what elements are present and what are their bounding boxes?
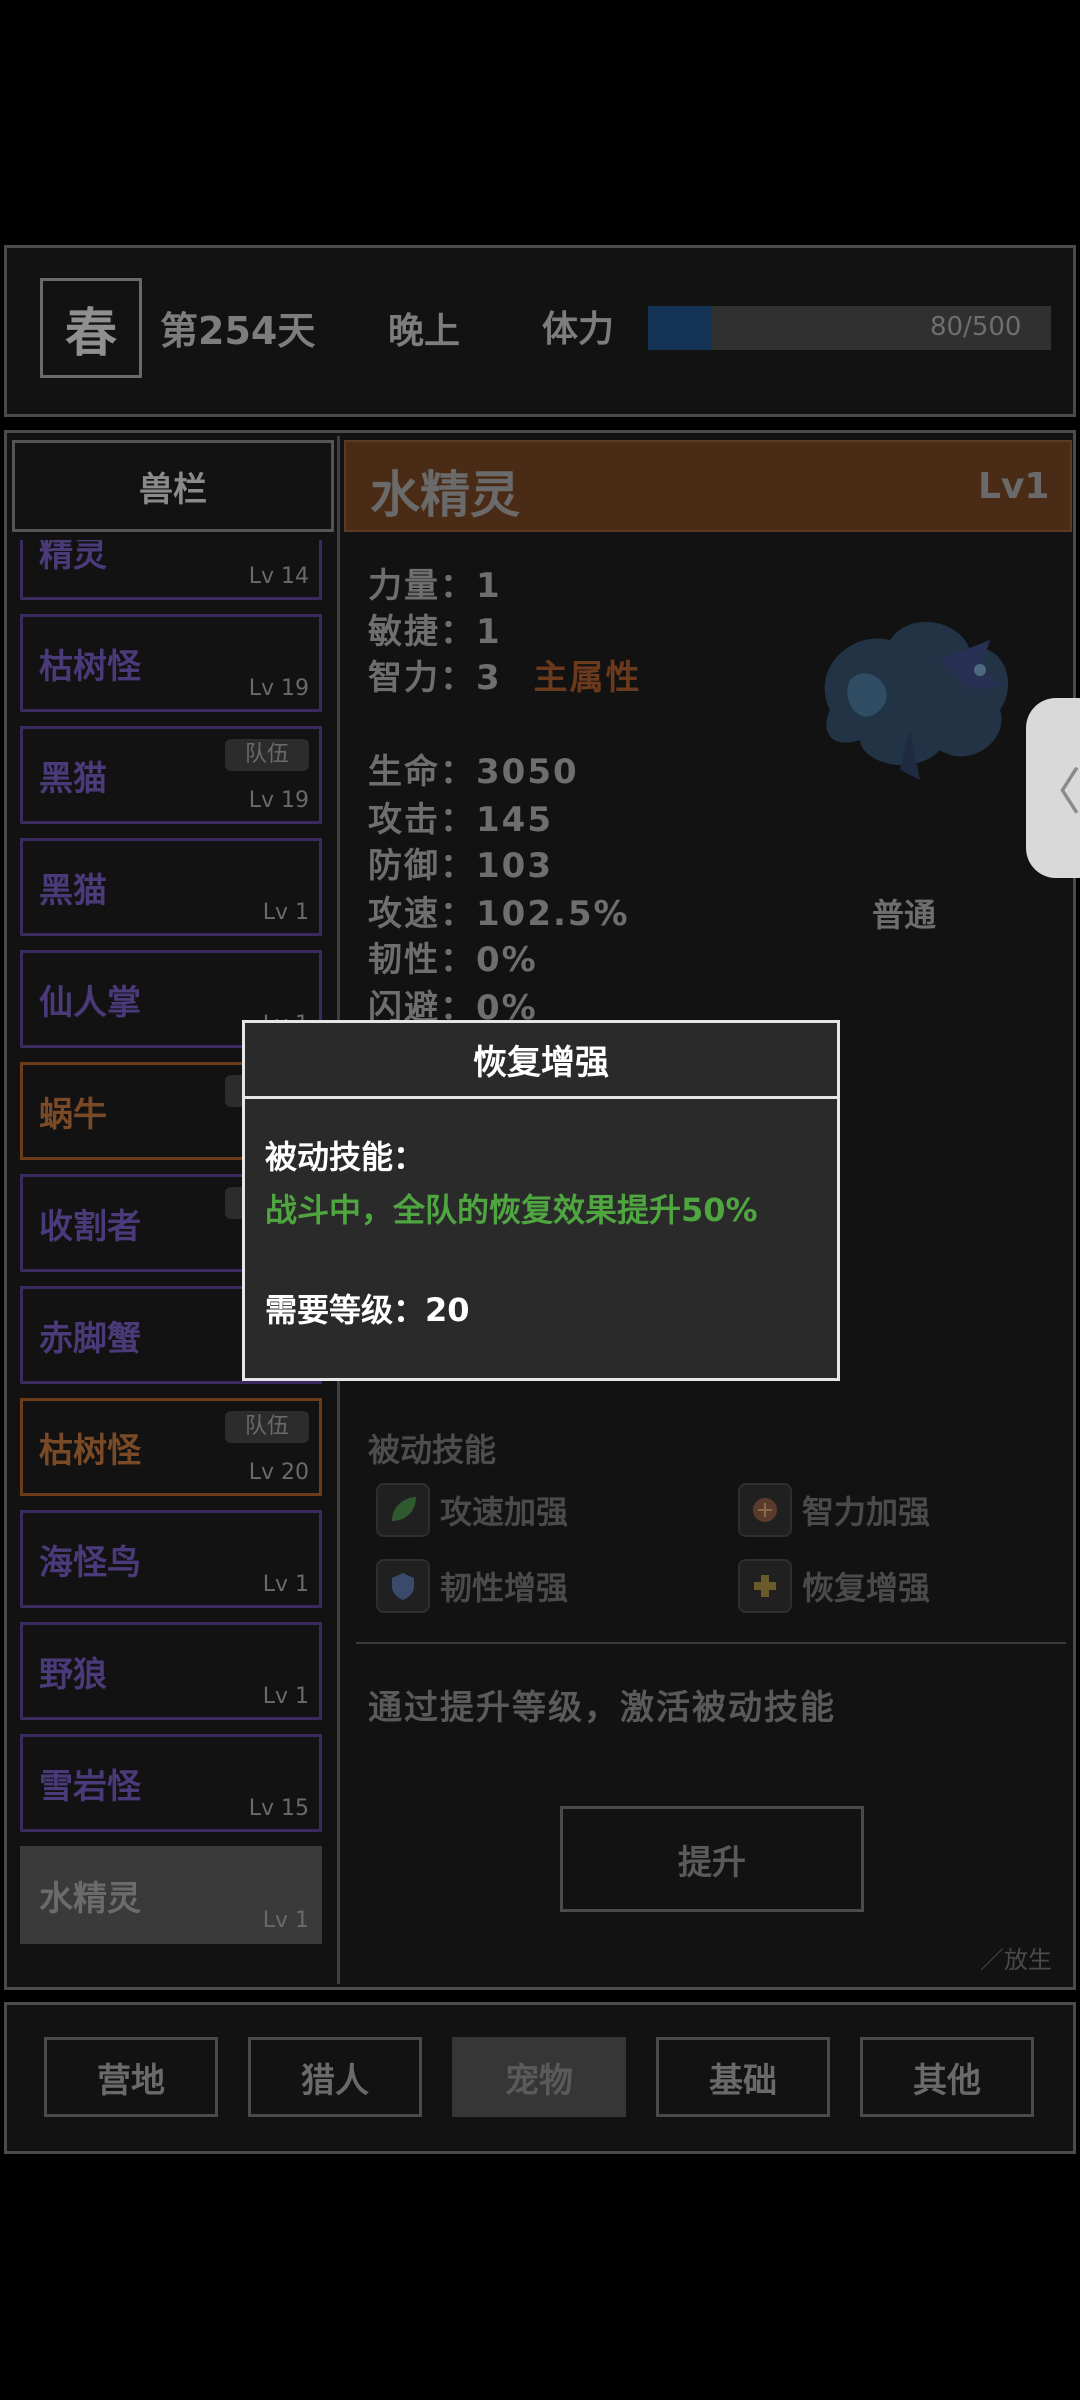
pet-name: 黑猫 xyxy=(39,759,107,799)
pet-list-item[interactable]: 枯树怪 Lv 19 xyxy=(20,614,322,712)
pet-list-item-selected[interactable]: 水精灵 Lv 1 xyxy=(20,1846,322,1944)
popup-description: 战斗中，全队的恢复效果提升50% xyxy=(265,1191,758,1229)
slash-icon: ／ xyxy=(980,1946,1004,1974)
skill-attack-speed[interactable]: 攻速加强 xyxy=(376,1482,568,1538)
pet-name: 水精灵 xyxy=(39,1879,141,1919)
pet-sprite xyxy=(824,621,1009,780)
nav-basic[interactable]: 基础 xyxy=(656,2037,830,2117)
nav-other[interactable]: 其他 xyxy=(860,2037,1034,2117)
skill-label: 恢复增强 xyxy=(802,1569,931,1607)
pet-list-item[interactable]: 野狼 Lv 1 xyxy=(20,1622,322,1720)
pet-level: Lv 1 xyxy=(262,1572,309,1597)
pet-list-item[interactable]: 黑猫 Lv 1 xyxy=(20,838,322,936)
skill-recovery[interactable]: 恢复增强 xyxy=(738,1558,930,1614)
attack-type: 普通 xyxy=(872,896,937,934)
shield-icon xyxy=(376,1559,430,1613)
stat-toughness: 韧性：0% xyxy=(368,940,538,980)
pet-name: 赤脚蟹 xyxy=(39,1319,141,1359)
pet-level-badge: Lv1 xyxy=(978,466,1050,507)
popup-skill-type: 被动技能： xyxy=(265,1138,426,1176)
time-of-day: 晚上 xyxy=(388,311,461,352)
day-counter: 第254天 xyxy=(160,309,316,353)
stat-attack: 攻击：145 xyxy=(368,800,553,840)
release-link[interactable]: ／放生 xyxy=(980,1940,1052,1975)
pet-level: Lv 15 xyxy=(248,1796,309,1821)
stat-defense: 防御：103 xyxy=(368,846,553,886)
main-attribute-label: 主属性 xyxy=(533,658,642,698)
stat-agility: 敏捷：1 xyxy=(368,612,502,652)
nav-camp[interactable]: 营地 xyxy=(44,2037,218,2117)
skill-label: 攻速加强 xyxy=(440,1493,569,1531)
brain-icon xyxy=(738,1483,792,1537)
stamina-label: 体力 xyxy=(542,309,615,350)
pet-level: Lv 1 xyxy=(262,1908,309,1933)
stamina-bar-fill xyxy=(648,306,712,350)
pet-name: 枯树怪 xyxy=(39,647,141,687)
pet-level: Lv 1 xyxy=(262,1684,309,1709)
pet-name: 海怪鸟 xyxy=(39,1543,141,1583)
pet-level: Lv 19 xyxy=(248,788,309,813)
pet-name: 枯树怪 xyxy=(39,1431,141,1471)
pet-name: 野狼 xyxy=(39,1655,107,1695)
stat-intelligence-row: 智力：3 主属性 xyxy=(368,650,642,699)
divider xyxy=(356,1642,1066,1644)
pet-list-item[interactable]: 海怪鸟 Lv 1 xyxy=(20,1510,322,1608)
stat-attack-speed: 攻速：102.5% xyxy=(368,894,630,934)
beast-pen-header[interactable]: 兽栏 xyxy=(12,440,334,532)
pet-name: 精灵 xyxy=(39,540,107,575)
skill-label: 智力加强 xyxy=(802,1493,931,1531)
skill-label: 韧性增强 xyxy=(440,1569,569,1607)
pet-list-item[interactable]: 精灵 Lv 14 xyxy=(20,540,322,600)
pet-level: Lv 20 xyxy=(248,1460,309,1485)
side-panel-toggle[interactable]: 〈 xyxy=(1026,698,1080,878)
pet-list-item[interactable]: 雪岩怪 Lv 15 xyxy=(20,1734,322,1832)
release-label: 放生 xyxy=(1004,1946,1052,1974)
chevron-left-icon: 〈 xyxy=(1031,763,1080,821)
heal-icon xyxy=(738,1559,792,1613)
nav-hunter[interactable]: 猎人 xyxy=(248,2037,422,2117)
skill-toughness[interactable]: 韧性增强 xyxy=(376,1558,568,1614)
pet-name: 雪岩怪 xyxy=(39,1767,141,1807)
pet-name: 黑猫 xyxy=(39,871,107,911)
season-indicator: 春 xyxy=(40,278,142,378)
pet-level: Lv 1 xyxy=(262,900,309,925)
pet-name: 仙人掌 xyxy=(39,983,141,1023)
pet-list-item[interactable]: 枯树怪 队伍 Lv 20 xyxy=(20,1398,322,1496)
team-badge: 队伍 xyxy=(225,1411,309,1443)
stat-strength: 力量：1 xyxy=(368,566,502,606)
pet-title: 水精灵 xyxy=(370,466,520,524)
popup-title: 恢复增强 xyxy=(245,1023,837,1099)
pet-name: 收割者 xyxy=(39,1207,141,1247)
passive-skills-title: 被动技能 xyxy=(368,1431,497,1469)
leaf-icon xyxy=(376,1483,430,1537)
skill-intelligence[interactable]: 智力加强 xyxy=(738,1482,930,1538)
stat-hp: 生命：3050 xyxy=(368,752,579,792)
pet-list-item[interactable]: 黑猫 队伍 Lv 19 xyxy=(20,726,322,824)
activate-hint: 通过提升等级，激活被动技能 xyxy=(368,1688,836,1728)
nav-pets[interactable]: 宠物 xyxy=(452,2037,626,2117)
team-badge: 队伍 xyxy=(225,739,309,771)
pet-level: Lv 14 xyxy=(248,564,309,589)
pet-name: 蜗牛 xyxy=(39,1095,107,1135)
upgrade-button[interactable]: 提升 xyxy=(560,1806,864,1912)
pet-level: Lv 19 xyxy=(248,676,309,701)
stamina-value: 80/500 xyxy=(930,312,1022,342)
stat-intelligence: 智力：3 xyxy=(368,658,502,698)
popup-requirement: 需要等级：20 xyxy=(265,1291,470,1329)
